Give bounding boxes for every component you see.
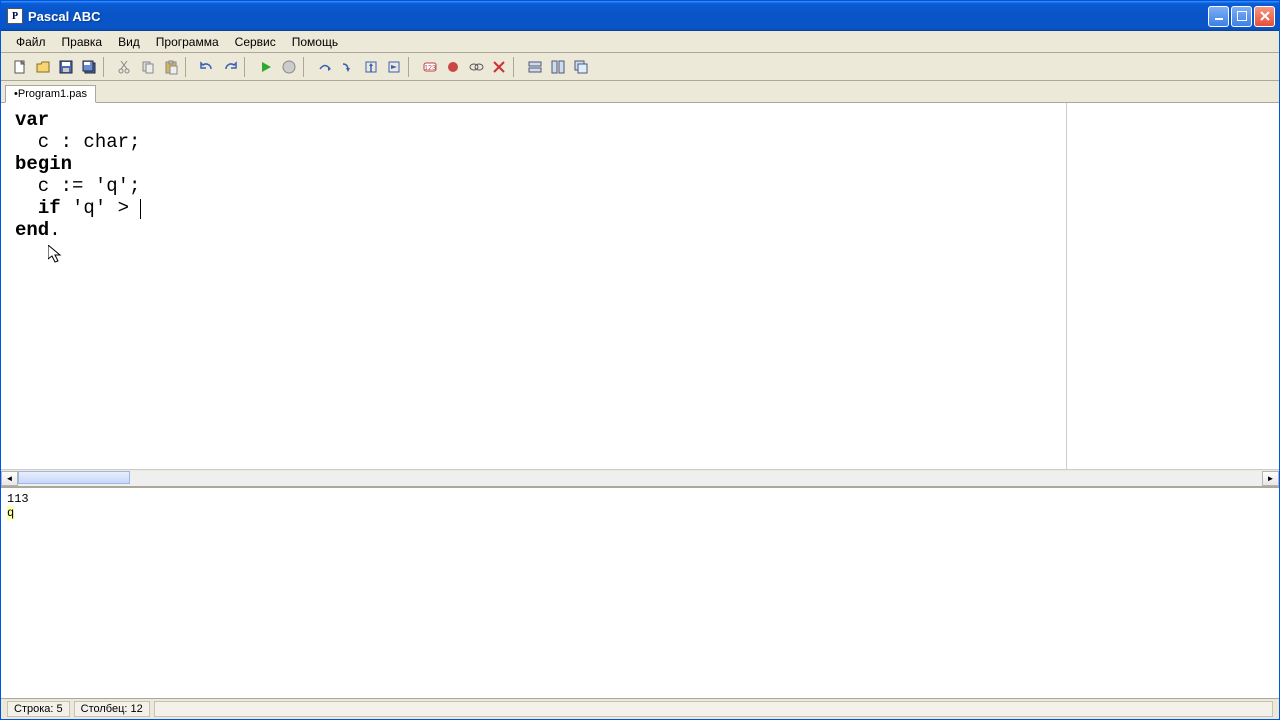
menu-view[interactable]: Вид [111,33,147,51]
menubar: Файл Правка Вид Программа Сервис Помощь [1,31,1279,53]
separator [408,57,416,77]
side-panel [1067,103,1279,469]
step-over-icon[interactable] [314,56,336,78]
run-to-cursor-icon[interactable] [383,56,405,78]
paste-icon[interactable] [160,56,182,78]
copy-icon[interactable] [137,56,159,78]
editor-tabs: •Program1.pas [1,81,1279,103]
text-caret [140,199,141,219]
separator [513,57,521,77]
step-out-icon[interactable] [360,56,382,78]
keyword: begin [15,153,72,175]
status-line: Строка: 5 [7,701,70,717]
statusbar: Строка: 5 Столбец: 12 [1,698,1279,719]
keyword: if [38,197,61,219]
separator [185,57,193,77]
minimize-button[interactable] [1208,6,1229,27]
stop-icon[interactable] [278,56,300,78]
cut-icon[interactable] [114,56,136,78]
toggle-breakpoint-icon[interactable] [442,56,464,78]
window-title: Pascal ABC [28,9,1208,24]
step-into-icon[interactable] [337,56,359,78]
output-console[interactable]: 113 q [1,486,1279,698]
scroll-left-icon[interactable]: ◄ [1,471,18,486]
tile-vertical-icon[interactable] [547,56,569,78]
maximize-button[interactable] [1231,6,1252,27]
console-line: 113 [7,492,1273,506]
new-file-icon[interactable] [9,56,31,78]
titlebar: P Pascal ABC [1,1,1279,31]
watch-icon[interactable] [465,56,487,78]
separator [103,57,111,77]
menu-help[interactable]: Помощь [285,33,345,51]
tab-program1[interactable]: •Program1.pas [5,85,96,103]
code-fragment: . [49,219,60,241]
menu-program[interactable]: Программа [149,33,226,51]
svg-text:123: 123 [424,65,436,72]
menu-file[interactable]: Файл [9,33,53,51]
run-icon[interactable] [255,56,277,78]
undo-icon[interactable] [196,56,218,78]
scroll-track[interactable] [18,471,1262,486]
keyword: var [15,109,49,131]
app-window: P Pascal ABC Файл Правка Вид Программа С… [0,0,1280,720]
save-all-icon[interactable] [78,56,100,78]
cascade-icon[interactable] [570,56,592,78]
code-fragment: 'q' > [61,197,141,219]
window-controls [1208,6,1275,27]
code-line: c := 'q'; [15,175,140,197]
status-column: Столбец: 12 [74,701,150,717]
close-button[interactable] [1254,6,1275,27]
separator [244,57,252,77]
status-rest [154,701,1273,717]
keyword: end [15,219,49,241]
console-line: q [7,506,14,520]
menu-service[interactable]: Сервис [228,33,283,51]
menu-edit[interactable]: Правка [55,33,110,51]
code-editor[interactable]: var c : char; begin c := 'q'; if 'q' > e… [1,103,1067,469]
horizontal-scrollbar[interactable]: ◄ ► [1,469,1279,486]
code-line: c : char; [15,131,140,153]
redo-icon[interactable] [219,56,241,78]
tile-horizontal-icon[interactable] [524,56,546,78]
separator [303,57,311,77]
app-icon: P [7,8,23,24]
toggle-breakpoint-num-icon[interactable]: 123 [419,56,441,78]
open-file-icon[interactable] [32,56,54,78]
clear-breakpoints-icon[interactable] [488,56,510,78]
code-fragment [15,197,38,219]
scroll-thumb[interactable] [18,471,130,484]
editor-area: var c : char; begin c := 'q'; if 'q' > e… [1,103,1279,469]
save-file-icon[interactable] [55,56,77,78]
scroll-right-icon[interactable]: ► [1262,471,1279,486]
toolbar: 123 [1,53,1279,81]
